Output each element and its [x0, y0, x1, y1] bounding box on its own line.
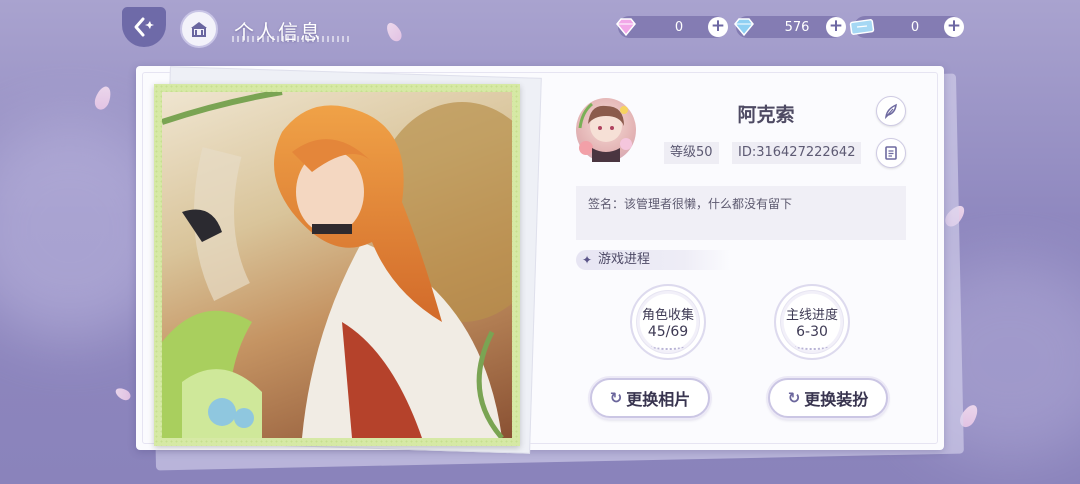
petal-decoration	[113, 385, 133, 403]
stat-label: 角色收集	[641, 308, 694, 323]
copy-id-button[interactable]	[876, 138, 906, 168]
add-rainbow-diamond-button[interactable]: +	[708, 17, 728, 37]
section-title: 游戏进程	[598, 252, 651, 267]
currency-rainbow-diamond: 0 +	[616, 16, 728, 38]
player-id[interactable]: ID:316427222642	[732, 142, 862, 164]
level-badge: 等级50	[664, 142, 719, 164]
feather-icon	[884, 103, 897, 119]
signature-box: 签名：该管理者很懒，什么都没有留下	[576, 186, 906, 240]
stat-value: 6-30	[796, 324, 828, 340]
home-button[interactable]	[180, 10, 218, 48]
main-story-progress-stat: 主线进度 6-30	[774, 284, 850, 360]
character-illustration	[162, 92, 512, 438]
button-label: 更换相片	[626, 390, 691, 409]
laurel-icon	[651, 342, 685, 350]
home-icon	[191, 22, 207, 37]
title-decoration	[232, 36, 352, 42]
petal-decoration	[92, 84, 114, 112]
sparkle-icon: ✦	[582, 253, 593, 267]
stat-value: 45/69	[647, 324, 689, 340]
player-name: 阿克索	[737, 104, 795, 126]
stat-label: 主线进度	[785, 308, 838, 323]
blue-diamond-icon	[730, 13, 758, 41]
document-icon	[885, 146, 897, 160]
character-photo	[154, 84, 520, 446]
ticket-icon	[848, 13, 876, 41]
add-ticket-button[interactable]: +	[944, 17, 964, 37]
back-arrow-icon	[134, 17, 154, 37]
refresh-icon: ↻	[787, 389, 801, 407]
laurel-icon	[795, 342, 829, 350]
currency-blue-diamond: 576 +	[734, 16, 846, 38]
button-label: 更换装扮	[804, 390, 869, 409]
rainbow-diamond-icon	[612, 13, 640, 41]
avatar[interactable]	[576, 98, 636, 162]
add-blue-diamond-button[interactable]: +	[826, 17, 846, 37]
game-progress-heading: ✦ 游戏进程	[576, 250, 730, 270]
change-outfit-button[interactable]: ↻ 更换装扮	[768, 378, 888, 418]
refresh-icon: ↻	[609, 389, 623, 407]
currency-ticket: 0 +	[849, 16, 964, 38]
character-collection-stat: 角色收集 45/69	[630, 284, 706, 360]
back-button[interactable]	[122, 7, 166, 47]
edit-signature-button[interactable]	[876, 96, 906, 126]
signature-text: 签名：该管理者很懒，什么都没有留下	[588, 197, 793, 211]
change-photo-button[interactable]: ↻ 更换相片	[590, 378, 710, 418]
petal-decoration	[383, 20, 405, 44]
